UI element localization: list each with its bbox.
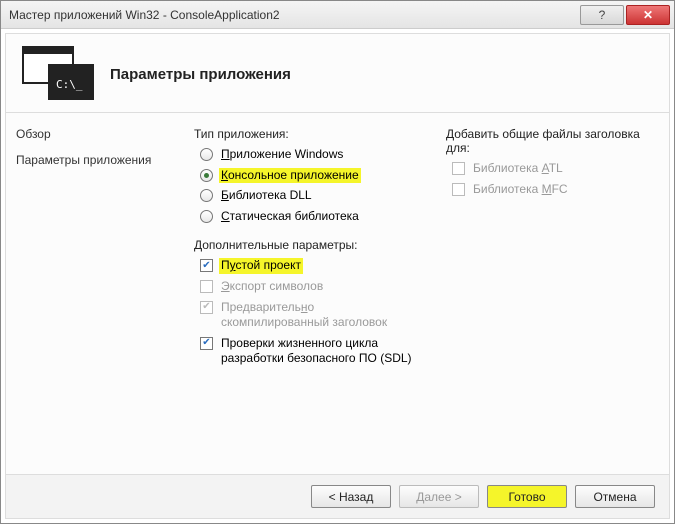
radio-label: Библиотека DLL <box>219 188 314 204</box>
nav-app-settings[interactable]: Параметры приложения <box>16 153 174 167</box>
checkbox-icon: ✔ <box>200 259 213 272</box>
check-label: Пустой проект <box>219 258 303 274</box>
check-label: Предварительно скомпилированный заголово… <box>219 300 414 331</box>
client-area: C:\_ Параметры приложения Обзор Параметр… <box>5 33 670 519</box>
close-button[interactable]: ✕ <box>626 5 670 25</box>
add-params-options: ✔ Пустой проект Экспорт символов ✔ Предв… <box>200 258 414 367</box>
radio-label: Приложение Windows <box>219 147 345 163</box>
app-type-options: Приложение Windows Консольное приложение… <box>200 147 414 224</box>
left-column: Тип приложения: Приложение Windows Консо… <box>194 127 414 474</box>
add-params-label: Дополнительные параметры: <box>194 238 414 252</box>
radio-icon <box>200 169 213 182</box>
next-button: Далее > <box>399 485 479 508</box>
radio-label: Консольное приложение <box>219 168 361 184</box>
check-sdl[interactable]: ✔ Проверки жизненного цикла разработки б… <box>200 336 414 367</box>
check-label: Библиотека ATL <box>471 161 565 177</box>
radio-console-app[interactable]: Консольное приложение <box>200 168 414 184</box>
checkbox-icon: ✔ <box>200 301 213 314</box>
check-empty-project[interactable]: ✔ Пустой проект <box>200 258 414 274</box>
headers-options: Библиотека ATL Библиотека MFC <box>452 161 646 197</box>
radio-icon <box>200 148 213 161</box>
radio-static-lib[interactable]: Статическая библиотека <box>200 209 414 225</box>
content-area: Тип приложения: Приложение Windows Консо… <box>184 113 669 474</box>
wizard-body: Обзор Параметры приложения Тип приложени… <box>6 113 669 474</box>
titlebar: Мастер приложений Win32 - ConsoleApplica… <box>1 1 674 29</box>
checkbox-icon <box>200 280 213 293</box>
nav-overview[interactable]: Обзор <box>16 127 174 141</box>
checkbox-icon <box>452 162 465 175</box>
headers-label: Добавить общие файлы заголовка для: <box>446 127 646 155</box>
radio-label: Статическая библиотека <box>219 209 361 225</box>
window-title: Мастер приложений Win32 - ConsoleApplica… <box>9 8 579 22</box>
cancel-button[interactable]: Отмена <box>575 485 655 508</box>
finish-button[interactable]: Готово <box>487 485 567 508</box>
nav-panel: Обзор Параметры приложения <box>6 113 184 474</box>
help-button[interactable]: ? <box>580 5 624 25</box>
console-app-icon: C:\_ <box>22 46 94 102</box>
right-column: Добавить общие файлы заголовка для: Библ… <box>446 127 646 474</box>
radio-icon <box>200 189 213 202</box>
check-precompiled-header: ✔ Предварительно скомпилированный заголо… <box>200 300 414 331</box>
page-title: Параметры приложения <box>110 66 291 83</box>
radio-windows-app[interactable]: Приложение Windows <box>200 147 414 163</box>
check-label: Библиотека MFC <box>471 182 570 198</box>
check-atl: Библиотека ATL <box>452 161 646 177</box>
wizard-header: C:\_ Параметры приложения <box>6 34 669 112</box>
radio-dll[interactable]: Библиотека DLL <box>200 188 414 204</box>
footer: < Назад Далее > Готово Отмена <box>6 474 669 518</box>
app-type-label: Тип приложения: <box>194 127 414 141</box>
checkbox-icon: ✔ <box>200 337 213 350</box>
check-label: Экспорт символов <box>219 279 325 295</box>
back-button[interactable]: < Назад <box>311 485 391 508</box>
check-label: Проверки жизненного цикла разработки без… <box>219 336 414 367</box>
wizard-window: Мастер приложений Win32 - ConsoleApplica… <box>0 0 675 524</box>
check-export-symbols: Экспорт символов <box>200 279 414 295</box>
check-mfc: Библиотека MFC <box>452 182 646 198</box>
checkbox-icon <box>452 183 465 196</box>
radio-icon <box>200 210 213 223</box>
